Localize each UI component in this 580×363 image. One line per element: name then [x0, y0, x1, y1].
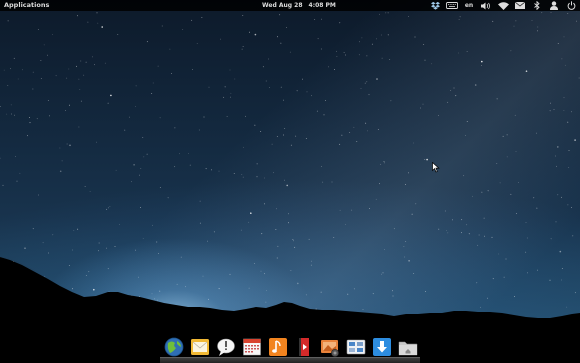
- dock: [158, 333, 422, 363]
- mountain-silhouette: [0, 256, 580, 363]
- language-indicator[interactable]: en: [462, 0, 476, 11]
- dock-shelf: [160, 357, 420, 363]
- files-icon[interactable]: [398, 337, 418, 357]
- indicator-area: en: [425, 0, 578, 11]
- time-label: 4:08 PM: [308, 2, 336, 9]
- mail-app-icon[interactable]: [190, 337, 210, 357]
- date-label: Wed Aug 28: [262, 2, 303, 9]
- mail-icon[interactable]: [513, 0, 527, 11]
- datetime-indicator[interactable]: Wed Aug 28 4:08 PM: [262, 1, 342, 10]
- mouse-pointer-icon: [432, 162, 440, 173]
- photos-icon[interactable]: [320, 337, 340, 357]
- dropbox-icon[interactable]: [428, 0, 442, 11]
- keyboard-icon[interactable]: [445, 0, 459, 11]
- power-icon[interactable]: [564, 0, 578, 11]
- messaging-icon[interactable]: [216, 337, 236, 357]
- wifi-icon[interactable]: [496, 0, 510, 11]
- desktop-wallpaper: [0, 0, 580, 363]
- videos-icon[interactable]: [294, 337, 314, 357]
- user-icon[interactable]: [547, 0, 561, 11]
- volume-icon[interactable]: [479, 0, 493, 11]
- bluetooth-icon[interactable]: [530, 0, 544, 11]
- software-center-icon[interactable]: [372, 337, 392, 357]
- music-icon[interactable]: [268, 337, 288, 357]
- calendar-icon[interactable]: [242, 337, 262, 357]
- applications-menu[interactable]: Applications: [4, 1, 49, 10]
- top-panel: Applications Wed Aug 28 4:08 PM en: [0, 0, 580, 11]
- web-browser-icon[interactable]: [164, 337, 184, 357]
- system-settings-icon[interactable]: [346, 337, 366, 357]
